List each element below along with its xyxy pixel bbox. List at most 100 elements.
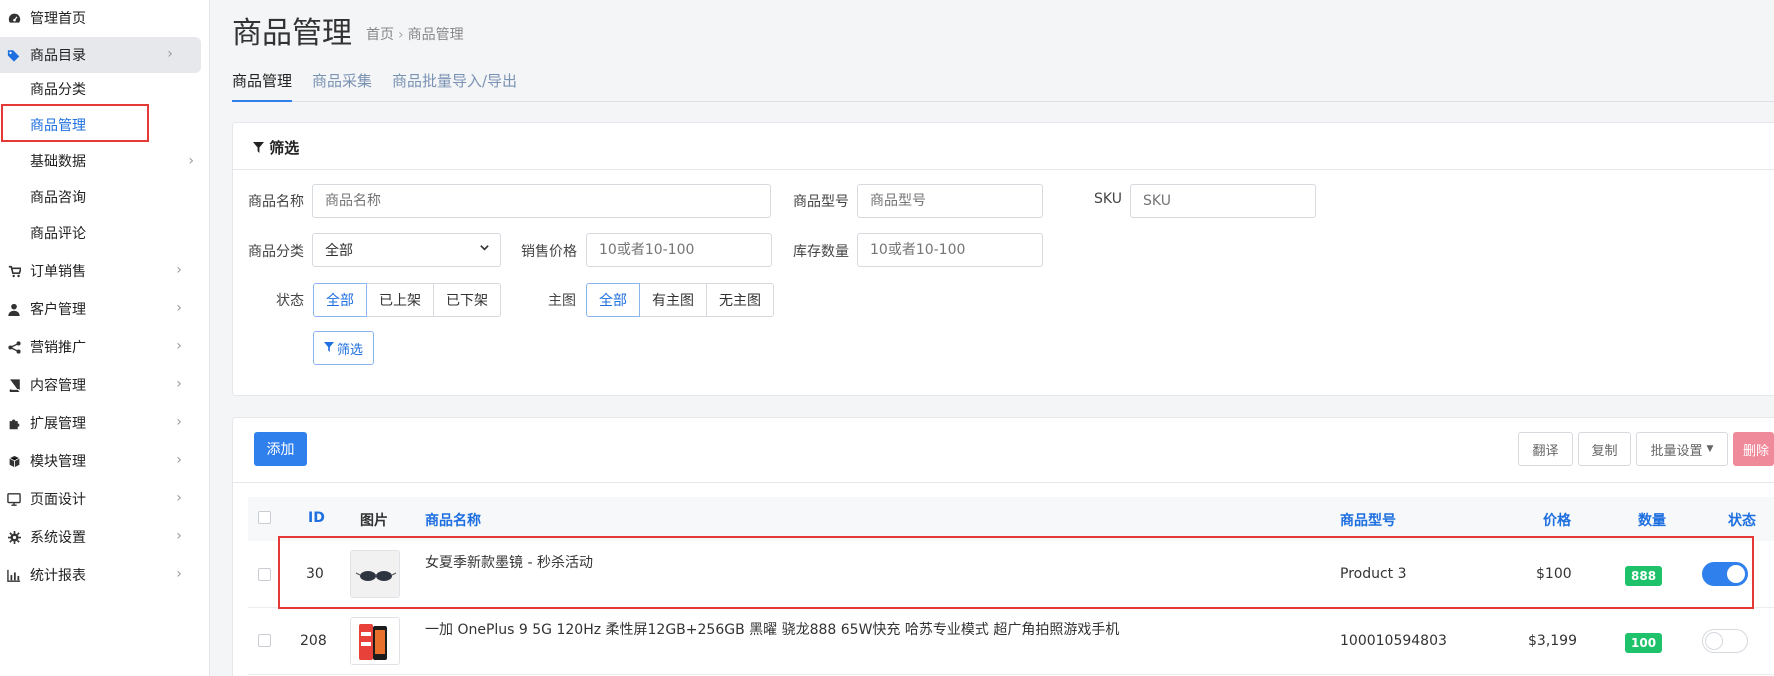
nav-label: 营销推广: [30, 340, 86, 356]
nav-item-catalog[interactable]: 商品目录 ›: [0, 37, 201, 73]
nav-item-modules[interactable]: 模块管理 ›: [0, 443, 210, 479]
status-filter-group: 全部 已上架 已下架: [313, 283, 501, 317]
status-toggle[interactable]: [1702, 629, 1748, 653]
price-input[interactable]: [586, 233, 772, 267]
header-model[interactable]: 商品型号: [1340, 510, 1396, 530]
filter-submit-button[interactable]: 筛选: [313, 331, 375, 365]
status-label: 状态: [276, 293, 304, 309]
toggle-knob: [1705, 632, 1723, 650]
copy-button[interactable]: 复制: [1578, 432, 1631, 466]
chevron-down-icon: [479, 242, 490, 257]
stock-input[interactable]: [857, 233, 1043, 267]
header-name[interactable]: 商品名称: [425, 510, 481, 530]
product-name-link[interactable]: 一加 OnePlus 9 5G 120Hz 柔性屏12GB+256GB 黑曜 骁…: [425, 619, 1119, 639]
filter-icon: [253, 139, 269, 157]
chevron-right-icon: ›: [176, 338, 182, 354]
nav-label: 模块管理: [30, 454, 86, 470]
row-id: 208: [300, 633, 327, 649]
status-off-shelf-button[interactable]: 已下架: [433, 283, 501, 317]
share-icon: [6, 339, 22, 355]
sidebar-item-basic-data[interactable]: 基础数据 ›: [0, 143, 210, 179]
sidebar: 管理首页 商品目录 › 商品分类 商品管理 基础数据 › 商品咨询 商品评论 订…: [0, 0, 210, 676]
breadcrumb-separator: ›: [398, 27, 404, 43]
filter-panel-title: 筛选: [253, 137, 299, 158]
chevron-right-icon: ›: [176, 528, 182, 544]
add-button[interactable]: 添加: [254, 432, 307, 466]
chevron-right-icon: ›: [176, 300, 182, 316]
chevron-right-icon: ›: [176, 376, 182, 392]
divider: [232, 482, 1774, 483]
chevron-right-icon: ›: [176, 490, 182, 506]
model-input[interactable]: [857, 184, 1043, 218]
cube-icon: [6, 453, 22, 469]
bar-chart-icon: [6, 567, 22, 583]
book-icon: [6, 377, 22, 393]
puzzle-icon: [6, 415, 22, 431]
nav-sub-label: 商品分类: [30, 82, 86, 98]
filter-title-text: 筛选: [269, 139, 300, 157]
header-price[interactable]: 价格: [1543, 510, 1571, 530]
nav-label: 客户管理: [30, 302, 86, 318]
nav-item-content[interactable]: 内容管理 ›: [0, 367, 210, 403]
image-filter-group: 全部 有主图 无主图: [586, 283, 774, 317]
nav-label: 页面设计: [30, 492, 86, 508]
nav-label: 内容管理: [30, 378, 86, 394]
sidebar-item-reviews[interactable]: 商品评论: [0, 215, 210, 251]
phone-image: [351, 618, 399, 664]
batch-settings-dropdown[interactable]: 批量设置 ▼: [1636, 432, 1728, 466]
product-thumbnail[interactable]: [350, 617, 400, 665]
gear-icon: [6, 529, 22, 545]
highlight-box: [1, 104, 149, 142]
nav-item-marketing[interactable]: 营销推广 ›: [0, 329, 210, 365]
batch-settings-label: 批量设置: [1650, 443, 1703, 459]
sidebar-item-inquiry[interactable]: 商品咨询: [0, 179, 210, 215]
nav-item-extensions[interactable]: 扩展管理 ›: [0, 405, 210, 441]
row-checkbox[interactable]: [258, 634, 271, 647]
price-label: 销售价格: [521, 244, 577, 260]
nav-sub-label: 商品咨询: [30, 190, 86, 206]
nav-label: 订单销售: [30, 264, 86, 280]
user-icon: [6, 301, 22, 317]
image-all-button[interactable]: 全部: [586, 283, 640, 317]
product-model: 100010594803: [1340, 633, 1447, 649]
delete-button[interactable]: 删除: [1733, 432, 1774, 466]
nav-label: 管理首页: [30, 11, 86, 27]
tab-product-collection[interactable]: 商品采集: [312, 70, 372, 102]
nav-item-customers[interactable]: 客户管理 ›: [0, 291, 210, 327]
divider: [233, 169, 1774, 170]
status-all-button[interactable]: 全部: [313, 283, 367, 317]
name-label: 商品名称: [248, 194, 304, 210]
image-none-button[interactable]: 无主图: [706, 283, 774, 317]
nav-item-orders[interactable]: 订单销售 ›: [0, 253, 210, 289]
image-has-button[interactable]: 有主图: [639, 283, 707, 317]
status-on-shelf-button[interactable]: 已上架: [366, 283, 434, 317]
breadcrumb-home[interactable]: 首页: [366, 27, 394, 43]
header-quantity[interactable]: 数量: [1638, 510, 1666, 530]
sidebar-item-category[interactable]: 商品分类: [0, 71, 210, 107]
row-checkbox[interactable]: [258, 568, 271, 581]
tab-bulk-import-export[interactable]: 商品批量导入/导出: [392, 70, 517, 102]
cart-icon: [6, 263, 22, 279]
breadcrumb: 首页 › 商品管理: [366, 24, 464, 44]
nav-label: 系统设置: [30, 530, 86, 546]
breadcrumb-current: 商品管理: [407, 27, 464, 43]
nav-item-dashboard[interactable]: 管理首页: [0, 0, 210, 36]
tab-product-management[interactable]: 商品管理: [232, 70, 293, 102]
header-id[interactable]: ID: [308, 510, 325, 526]
nav-label: 统计报表: [30, 568, 86, 584]
category-select[interactable]: 全部: [312, 233, 501, 267]
nav-sub-label: 商品评论: [30, 226, 86, 242]
nav-item-settings[interactable]: 系统设置 ›: [0, 519, 210, 555]
model-label: 商品型号: [793, 194, 849, 210]
nav-item-page-design[interactable]: 页面设计 ›: [0, 481, 210, 517]
select-all-checkbox[interactable]: [258, 511, 271, 524]
main-image-label: 主图: [548, 293, 576, 309]
product-name-input[interactable]: [312, 184, 771, 218]
translate-button[interactable]: 翻译: [1518, 432, 1573, 466]
nav-item-reports[interactable]: 统计报表 ›: [0, 557, 210, 593]
product-price: $3,199: [1528, 633, 1577, 649]
nav-label: 扩展管理: [30, 416, 86, 432]
chevron-right-icon: ›: [176, 414, 182, 430]
header-status[interactable]: 状态: [1728, 510, 1756, 530]
sku-input[interactable]: [1130, 184, 1316, 218]
